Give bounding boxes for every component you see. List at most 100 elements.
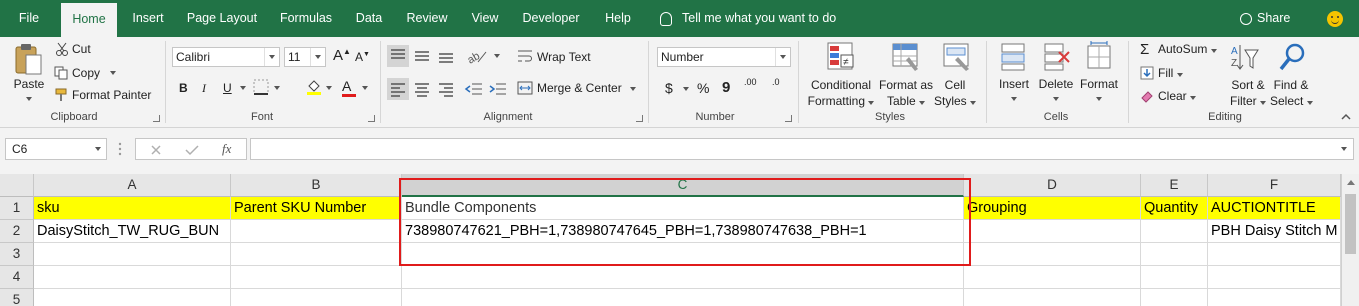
paste-dropdown-icon[interactable] — [26, 97, 32, 101]
row-header-4[interactable]: 4 — [0, 266, 34, 289]
italic-button[interactable]: I — [202, 81, 206, 96]
currency-button[interactable]: $ — [665, 80, 673, 96]
row-header-1[interactable]: 1 — [0, 197, 34, 220]
cell-e1[interactable]: Quantity — [1141, 197, 1208, 220]
row-header-2[interactable]: 2 — [0, 220, 34, 243]
font-size-select[interactable]: 11 — [284, 47, 326, 67]
fill-color-dropdown-icon[interactable] — [326, 86, 332, 90]
format-cells-icon[interactable] — [1085, 41, 1115, 76]
tab-page-layout[interactable]: Page Layout — [182, 0, 262, 37]
cell-c5[interactable] — [402, 289, 964, 306]
insert-dropdown-icon[interactable] — [1011, 97, 1017, 101]
shrink-font-button[interactable]: A▼ — [355, 50, 370, 64]
cell-b1[interactable]: Parent SKU Number — [231, 197, 402, 220]
cell-a4[interactable] — [34, 266, 231, 289]
cell-d1[interactable]: Grouping — [964, 197, 1141, 220]
format-painter-button[interactable]: Format Painter — [72, 88, 151, 102]
share-button[interactable]: Share — [1240, 0, 1290, 37]
cell-f2[interactable]: PBH Daisy Stitch M — [1208, 220, 1341, 243]
number-launcher-icon[interactable] — [785, 115, 792, 122]
vertical-scrollbar[interactable] — [1341, 174, 1359, 306]
cell-styles-button[interactable]: Cell Styles — [932, 77, 978, 109]
sort-filter-icon[interactable]: AZ — [1230, 42, 1260, 77]
column-header-e[interactable]: E — [1141, 174, 1208, 197]
paste-icon[interactable] — [14, 43, 44, 77]
column-header-c[interactable]: C — [402, 174, 964, 197]
align-center-icon[interactable] — [411, 78, 433, 103]
expand-formula-bar-icon[interactable] — [1341, 147, 1347, 151]
column-header-a[interactable]: A — [34, 174, 231, 197]
format-button[interactable]: Format — [1077, 77, 1121, 91]
decrease-decimal-button[interactable]: .0 — [772, 77, 780, 87]
number-format-select[interactable]: Number — [657, 47, 791, 67]
merge-dropdown-icon[interactable] — [630, 87, 636, 91]
cell-a3[interactable] — [34, 243, 231, 266]
delete-button[interactable]: Delete — [1035, 77, 1077, 91]
font-launcher-icon[interactable] — [368, 115, 375, 122]
copy-button[interactable]: Copy — [72, 66, 100, 80]
autosum-button[interactable]: AutoSum — [1158, 42, 1217, 56]
cell-b3[interactable] — [231, 243, 402, 266]
align-middle-icon[interactable] — [411, 45, 433, 70]
row-header-5[interactable]: 5 — [0, 289, 34, 306]
format-dropdown-icon[interactable] — [1096, 97, 1102, 101]
tab-review[interactable]: Review — [400, 0, 454, 37]
align-left-icon[interactable] — [387, 78, 409, 100]
clear-button[interactable]: Clear — [1158, 89, 1197, 103]
smiley-feedback-icon[interactable] — [1327, 11, 1343, 27]
cell-f1[interactable]: AUCTIONTITLE — [1208, 197, 1341, 220]
cell-a1[interactable]: sku — [34, 197, 231, 220]
insert-cells-icon[interactable] — [999, 41, 1029, 76]
font-name-select[interactable]: Calibri — [172, 47, 280, 67]
cell-d5[interactable] — [964, 289, 1141, 306]
tab-home[interactable]: Home — [61, 3, 117, 37]
insert-function-button[interactable]: fx — [222, 141, 231, 157]
conditional-formatting-button[interactable]: Conditional Formatting — [806, 77, 876, 109]
borders-dropdown-icon[interactable] — [274, 86, 280, 90]
tab-file[interactable]: File — [8, 0, 50, 37]
tab-data[interactable]: Data — [348, 0, 390, 37]
cell-e3[interactable] — [1141, 243, 1208, 266]
clipboard-launcher-icon[interactable] — [153, 115, 160, 122]
tab-help[interactable]: Help — [597, 0, 639, 37]
format-as-table-icon[interactable] — [891, 41, 921, 76]
cell-e5[interactable] — [1141, 289, 1208, 306]
cell-d2[interactable] — [964, 220, 1141, 243]
scroll-up-icon[interactable] — [1347, 180, 1355, 185]
scroll-thumb[interactable] — [1345, 194, 1356, 254]
tab-developer[interactable]: Developer — [516, 0, 586, 37]
wrap-text-button[interactable]: Wrap Text — [537, 50, 591, 64]
cell-b2[interactable] — [231, 220, 402, 243]
conditional-formatting-icon[interactable]: ≠ — [826, 41, 856, 76]
cell-styles-icon[interactable] — [942, 41, 972, 76]
cell-a5[interactable] — [34, 289, 231, 306]
select-all-corner[interactable] — [0, 174, 34, 197]
cancel-icon[interactable] — [150, 144, 162, 159]
increase-indent-icon[interactable] — [488, 78, 508, 103]
currency-dropdown-icon[interactable] — [683, 87, 689, 91]
chevron-down-icon[interactable] — [95, 147, 101, 151]
delete-dropdown-icon[interactable] — [1053, 97, 1059, 101]
borders-icon[interactable] — [253, 79, 269, 98]
cell-d4[interactable] — [964, 266, 1141, 289]
cell-c3[interactable] — [402, 243, 964, 266]
tell-me-box[interactable]: Tell me what you want to do — [660, 0, 836, 37]
number-format-dropdown[interactable] — [775, 48, 790, 66]
copy-dropdown-icon[interactable] — [110, 71, 116, 75]
cell-f4[interactable] — [1208, 266, 1341, 289]
bold-button[interactable]: B — [179, 81, 188, 95]
cell-f5[interactable] — [1208, 289, 1341, 306]
sort-filter-button[interactable]: Sort & Filter — [1226, 77, 1270, 109]
cell-c2[interactable]: 738980747621_PBH=1,738980747645_PBH=1,73… — [402, 220, 964, 243]
underline-dropdown-icon[interactable] — [240, 86, 246, 90]
cell-f3[interactable] — [1208, 243, 1341, 266]
cell-b5[interactable] — [231, 289, 402, 306]
increase-decimal-button[interactable]: .00 — [744, 77, 757, 87]
align-top-icon[interactable] — [387, 45, 409, 67]
insert-button[interactable]: Insert — [994, 77, 1034, 91]
cell-e4[interactable] — [1141, 266, 1208, 289]
name-box[interactable]: C6 — [5, 138, 107, 160]
cell-a2[interactable]: DaisyStitch_TW_RUG_BUN — [34, 220, 231, 243]
fill-button[interactable]: Fill — [1158, 66, 1183, 80]
percent-button[interactable]: % — [697, 80, 709, 96]
